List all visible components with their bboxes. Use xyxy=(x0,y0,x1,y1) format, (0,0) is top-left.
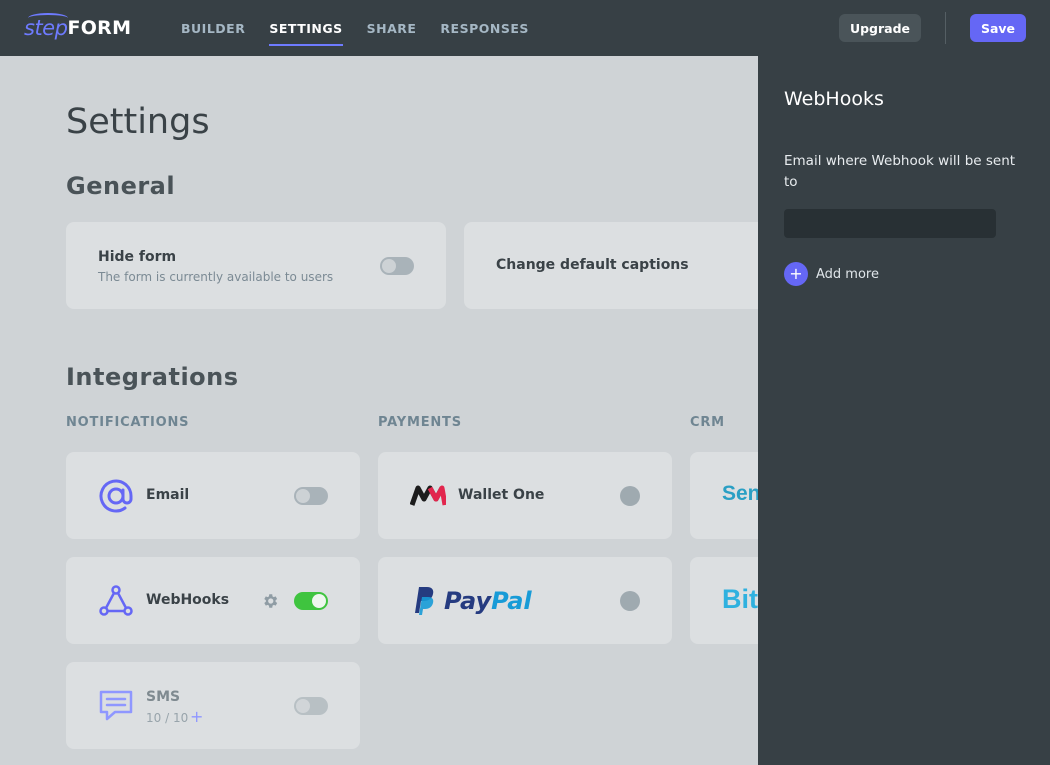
webhooks-integration-toggle[interactable] xyxy=(294,592,328,610)
wallet-one-name: Wallet One xyxy=(458,487,545,503)
crm-sendpulse-card[interactable]: Sen xyxy=(690,452,758,539)
change-captions-card[interactable]: Change default captions xyxy=(464,222,758,309)
wallet-one-card: Wallet One xyxy=(378,452,672,539)
change-captions-title: Change default captions xyxy=(496,257,689,273)
webhook-email-input[interactable] xyxy=(784,209,996,238)
add-more-label: Add more xyxy=(816,266,879,282)
payments-label: PAYMENTS xyxy=(378,415,462,430)
save-button[interactable]: Save xyxy=(970,14,1026,42)
crm-label: CRM xyxy=(690,415,725,430)
nav-builder[interactable]: BUILDER xyxy=(181,0,245,56)
settings-main: Settings General Hide form The form is c… xyxy=(0,56,758,765)
plus-icon: + xyxy=(784,262,808,286)
sms-count: 10 / 10 xyxy=(146,711,189,725)
webhooks-panel: WebHooks Email where Webhook will be sen… xyxy=(758,56,1050,765)
crm-item1-name: Sen xyxy=(722,482,758,505)
sms-integration-card: SMS 10 / 10 + xyxy=(66,662,360,749)
paypal-wordmark: PayPal xyxy=(444,587,532,615)
logo-form-text: FORM xyxy=(67,17,132,39)
sms-integration-toggle[interactable] xyxy=(294,697,328,715)
main-nav: BUILDER SETTINGS SHARE RESPONSES xyxy=(181,0,553,56)
paypal-card: PayPal xyxy=(378,557,672,644)
crm-bitrix-card[interactable]: Bit xyxy=(690,557,758,644)
email-integration-name: Email xyxy=(146,487,190,503)
email-integration-card: Email xyxy=(66,452,360,539)
nav-share[interactable]: SHARE xyxy=(367,0,417,56)
add-more-button[interactable]: + Add more xyxy=(784,262,879,286)
general-heading: General xyxy=(66,172,176,200)
webhook-email-label: Email where Webhook will be sent to xyxy=(784,153,1016,190)
paypal-wordmark-pal: Pal xyxy=(491,587,532,615)
toggle-knob xyxy=(312,594,326,608)
top-bar: step FORM BUILDER SETTINGS SHARE RESPONS… xyxy=(0,0,1050,56)
sms-integration-name: SMS xyxy=(146,689,181,705)
hide-form-card: Hide form The form is currently availabl… xyxy=(66,222,446,309)
webhooks-integration-card: WebHooks xyxy=(66,557,360,644)
paypal-logo-icon xyxy=(415,587,434,615)
paypal-wordmark-pay: Pay xyxy=(444,587,492,615)
toggle-knob xyxy=(382,259,396,273)
toolbar-divider xyxy=(945,12,946,44)
crm-item2-name: Bit xyxy=(722,584,758,614)
paypal-status-dot[interactable] xyxy=(620,591,640,611)
wallet-one-status-dot[interactable] xyxy=(620,486,640,506)
hide-form-title: Hide form xyxy=(98,249,177,265)
chat-icon xyxy=(99,690,133,721)
logo-swoosh-icon xyxy=(28,13,68,23)
toggle-knob xyxy=(296,699,310,713)
webhooks-integration-name: WebHooks xyxy=(146,592,230,608)
sms-add-button[interactable]: + xyxy=(190,707,203,726)
wallet-one-logo-icon xyxy=(410,485,446,506)
integrations-heading: Integrations xyxy=(66,363,239,391)
gear-icon[interactable] xyxy=(261,592,279,610)
upgrade-button[interactable]: Upgrade xyxy=(839,14,921,42)
nav-responses[interactable]: RESPONSES xyxy=(440,0,528,56)
webhook-icon xyxy=(99,585,133,616)
hide-form-subtitle: The form is currently available to users xyxy=(98,270,334,284)
at-icon xyxy=(99,479,133,513)
email-integration-toggle[interactable] xyxy=(294,487,328,505)
panel-title: WebHooks xyxy=(784,88,884,110)
hide-form-toggle[interactable] xyxy=(380,257,414,275)
toggle-knob xyxy=(296,489,310,503)
nav-settings[interactable]: SETTINGS xyxy=(269,0,343,56)
stepform-logo[interactable]: step FORM xyxy=(24,13,132,42)
page-title: Settings xyxy=(66,102,210,142)
notifications-label: NOTIFICATIONS xyxy=(66,415,190,430)
